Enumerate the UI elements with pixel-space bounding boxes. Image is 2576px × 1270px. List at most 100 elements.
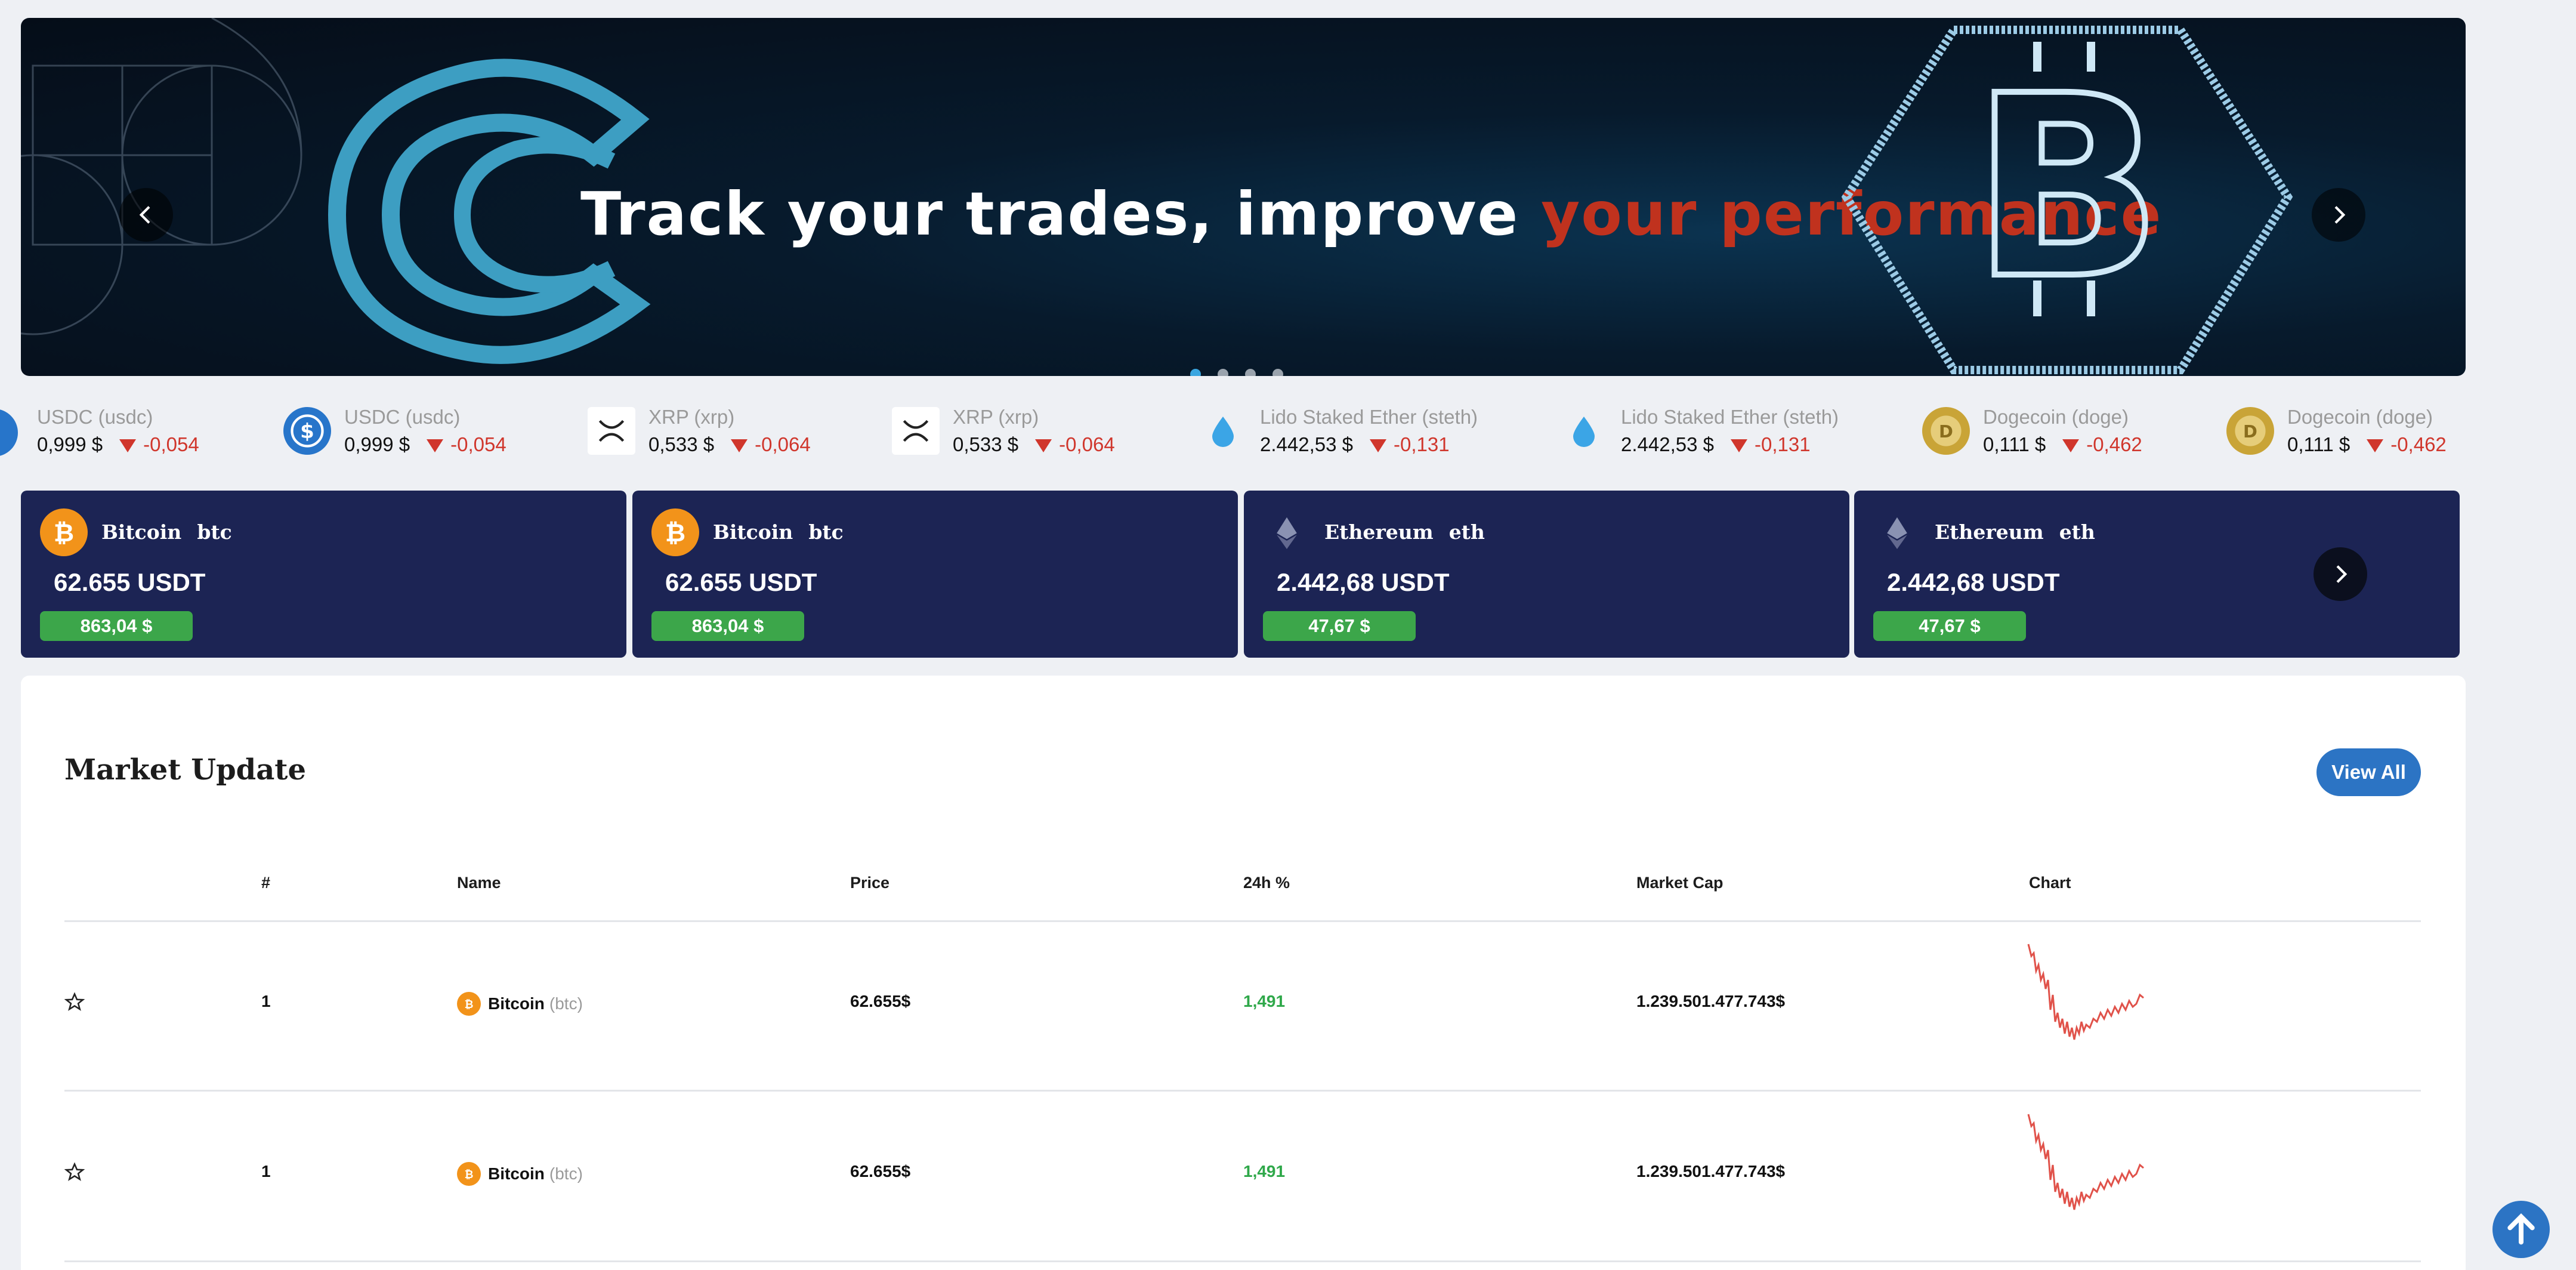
row-name-cell[interactable]: ₿ Bitcoin (btc) bbox=[457, 992, 583, 1016]
ticker-name: XRP (xrp) bbox=[953, 406, 1039, 428]
slide-dot-2[interactable] bbox=[1218, 369, 1228, 376]
chevron-right-icon bbox=[2336, 565, 2348, 583]
usdc-icon: $ bbox=[283, 407, 331, 455]
ticker-item[interactable]: Lido Staked Ether (steth) 2.442,53 $ -0,1… bbox=[1199, 406, 1478, 456]
bitcoin-icon: ₿ bbox=[40, 508, 88, 556]
ticker-change: -0,054 bbox=[143, 433, 199, 455]
svg-text:B: B bbox=[1972, 42, 2163, 334]
column-header-price[interactable]: Price bbox=[850, 874, 889, 892]
steth-drop-icon bbox=[1199, 407, 1247, 455]
ticker-price: 0,999 $ bbox=[37, 433, 103, 455]
ticker-change: -0,131 bbox=[1754, 433, 1811, 455]
card-change-badge: 47,67 $ bbox=[1263, 611, 1416, 641]
slide-dot-1[interactable] bbox=[1190, 369, 1201, 376]
ticker-item[interactable]: Lido Staked Ether (steth) 2.442,53 $ -0,1… bbox=[1560, 406, 1839, 456]
card-price: 62.655 USDT bbox=[54, 568, 206, 596]
ticker-price: 0,533 $ bbox=[953, 433, 1019, 455]
bitcoin-hexagon-graphic: B bbox=[1841, 26, 2293, 374]
coin-card[interactable]: ₿ Bitcoin btc 62.655 USDT 863,04 $ bbox=[632, 491, 1238, 658]
arrow-up-icon bbox=[2507, 1213, 2535, 1245]
ticker-change: -0,054 bbox=[450, 433, 506, 455]
hero-prev-button[interactable] bbox=[119, 188, 173, 242]
svg-text:$: $ bbox=[300, 420, 314, 443]
ticker-item[interactable]: USDC (usdc) 0,999 $ -0,054 bbox=[37, 406, 199, 456]
column-header-change[interactable]: 24h % bbox=[1243, 874, 1290, 892]
card-coin-name: Ethereum bbox=[1935, 520, 2044, 544]
ticker-price: 2.442,53 $ bbox=[1621, 433, 1714, 455]
ticker-item[interactable]: XRP (xrp) 0,533 $ -0,064 bbox=[892, 406, 1115, 456]
card-coin-symbol: btc bbox=[808, 520, 844, 544]
market-update-title: Market Update bbox=[64, 753, 306, 787]
slide-dot-3[interactable] bbox=[1245, 369, 1256, 376]
down-triangle-icon bbox=[427, 439, 444, 453]
hero-banner: Track your trades, improve your performa… bbox=[21, 18, 2466, 376]
ticker-price: 0,999 $ bbox=[344, 433, 410, 455]
ticker-name: Dogecoin (doge) bbox=[2287, 406, 2433, 428]
card-coin-name: Bitcoin bbox=[713, 520, 793, 544]
slide-dot-4[interactable] bbox=[1272, 369, 1283, 376]
row-market-cap: 1.239.501.477.743$ bbox=[1636, 992, 1786, 1010]
view-all-button[interactable]: View All bbox=[2316, 748, 2421, 796]
row-name-cell[interactable]: ₿ Bitcoin (btc) bbox=[457, 1162, 583, 1186]
chevron-left-icon bbox=[139, 206, 150, 224]
cards-next-button[interactable] bbox=[2314, 547, 2367, 601]
ethereum-icon bbox=[1873, 508, 1921, 556]
hero-headline-white: Track your trades, improve bbox=[580, 179, 1519, 249]
ticker-item[interactable]: D Dogecoin (doge) 0,111 $ -0,462 bbox=[2226, 406, 2447, 456]
header-divider bbox=[64, 920, 2421, 922]
row-divider bbox=[64, 1260, 2421, 1262]
favorite-star-icon[interactable] bbox=[64, 992, 85, 1012]
market-update-panel: Market Update View All # Name Price 24h … bbox=[21, 676, 2466, 1270]
ethereum-icon bbox=[1263, 508, 1311, 556]
coin-card[interactable]: Ethereum eth 2.442,68 USDT 47,67 $ bbox=[1854, 491, 2460, 658]
steth-drop-icon bbox=[1560, 407, 1608, 455]
card-coin-name: Ethereum bbox=[1324, 520, 1434, 544]
card-coin-name: Bitcoin bbox=[101, 520, 182, 544]
card-coin-symbol: eth bbox=[2059, 520, 2095, 544]
ticker-price: 0,111 $ bbox=[2287, 433, 2350, 455]
ticker-price: 0,111 $ bbox=[1983, 433, 2046, 455]
card-change-badge: 863,04 $ bbox=[40, 611, 193, 641]
xrp-icon bbox=[892, 407, 940, 455]
ticker-name: Lido Staked Ether (steth) bbox=[1260, 406, 1478, 428]
doge-icon: D bbox=[1922, 407, 1970, 455]
row-market-cap: 1.239.501.477.743$ bbox=[1636, 1162, 1786, 1180]
ticker-item[interactable]: D Dogecoin (doge) 0,111 $ -0,462 bbox=[1922, 406, 2142, 456]
card-change-badge: 863,04 $ bbox=[651, 611, 804, 641]
hero-pagination bbox=[1190, 369, 1283, 376]
row-coin-symbol: (btc) bbox=[549, 1164, 583, 1183]
down-triangle-icon bbox=[1035, 439, 1052, 453]
down-triangle-icon bbox=[119, 439, 137, 453]
ticker-item[interactable]: XRP (xrp) 0,533 $ -0,064 bbox=[588, 406, 811, 456]
sparkline-chart bbox=[2027, 1114, 2144, 1210]
ticker-name: USDC (usdc) bbox=[37, 406, 153, 428]
card-coin-symbol: btc bbox=[197, 520, 232, 544]
hero-next-button[interactable] bbox=[2312, 188, 2365, 242]
favorite-star-icon[interactable] bbox=[64, 1162, 85, 1182]
svg-text:₿: ₿ bbox=[665, 518, 685, 547]
ticker-price: 2.442,53 $ bbox=[1260, 433, 1353, 455]
column-header-name[interactable]: Name bbox=[457, 874, 501, 892]
coin-card[interactable]: Ethereum eth 2.442,68 USDT 47,67 $ bbox=[1244, 491, 1849, 658]
ticker-change: -0,064 bbox=[755, 433, 811, 455]
down-triangle-icon bbox=[1369, 439, 1386, 453]
doge-icon: D bbox=[2226, 407, 2274, 455]
ticker-name: Lido Staked Ether (steth) bbox=[1621, 406, 1839, 428]
column-header-market-cap[interactable]: Market Cap bbox=[1636, 874, 1723, 892]
row-price: 62.655$ bbox=[850, 1162, 911, 1180]
row-divider bbox=[64, 1090, 2421, 1092]
ticker-name: Dogecoin (doge) bbox=[1983, 406, 2129, 428]
column-header-chart: Chart bbox=[2029, 874, 2071, 892]
svg-text:₿: ₿ bbox=[54, 518, 74, 547]
ticker-price: 0,533 $ bbox=[648, 433, 715, 455]
column-header-rank: # bbox=[261, 874, 271, 892]
coin-card[interactable]: ₿ Bitcoin btc 62.655 USDT 863,04 $ bbox=[21, 491, 626, 658]
row-coin-symbol: (btc) bbox=[549, 994, 583, 1013]
row-rank: 1 bbox=[261, 992, 271, 1010]
ticker-item[interactable]: $ USDC (usdc) 0,999 $ -0,054 bbox=[283, 406, 506, 456]
card-price: 2.442,68 USDT bbox=[1887, 568, 2060, 596]
svg-text:₿: ₿ bbox=[465, 998, 474, 1011]
card-coin-symbol: eth bbox=[1448, 520, 1485, 544]
ticker-change: -0,064 bbox=[1059, 433, 1115, 455]
scroll-to-top-button[interactable] bbox=[2492, 1201, 2550, 1258]
